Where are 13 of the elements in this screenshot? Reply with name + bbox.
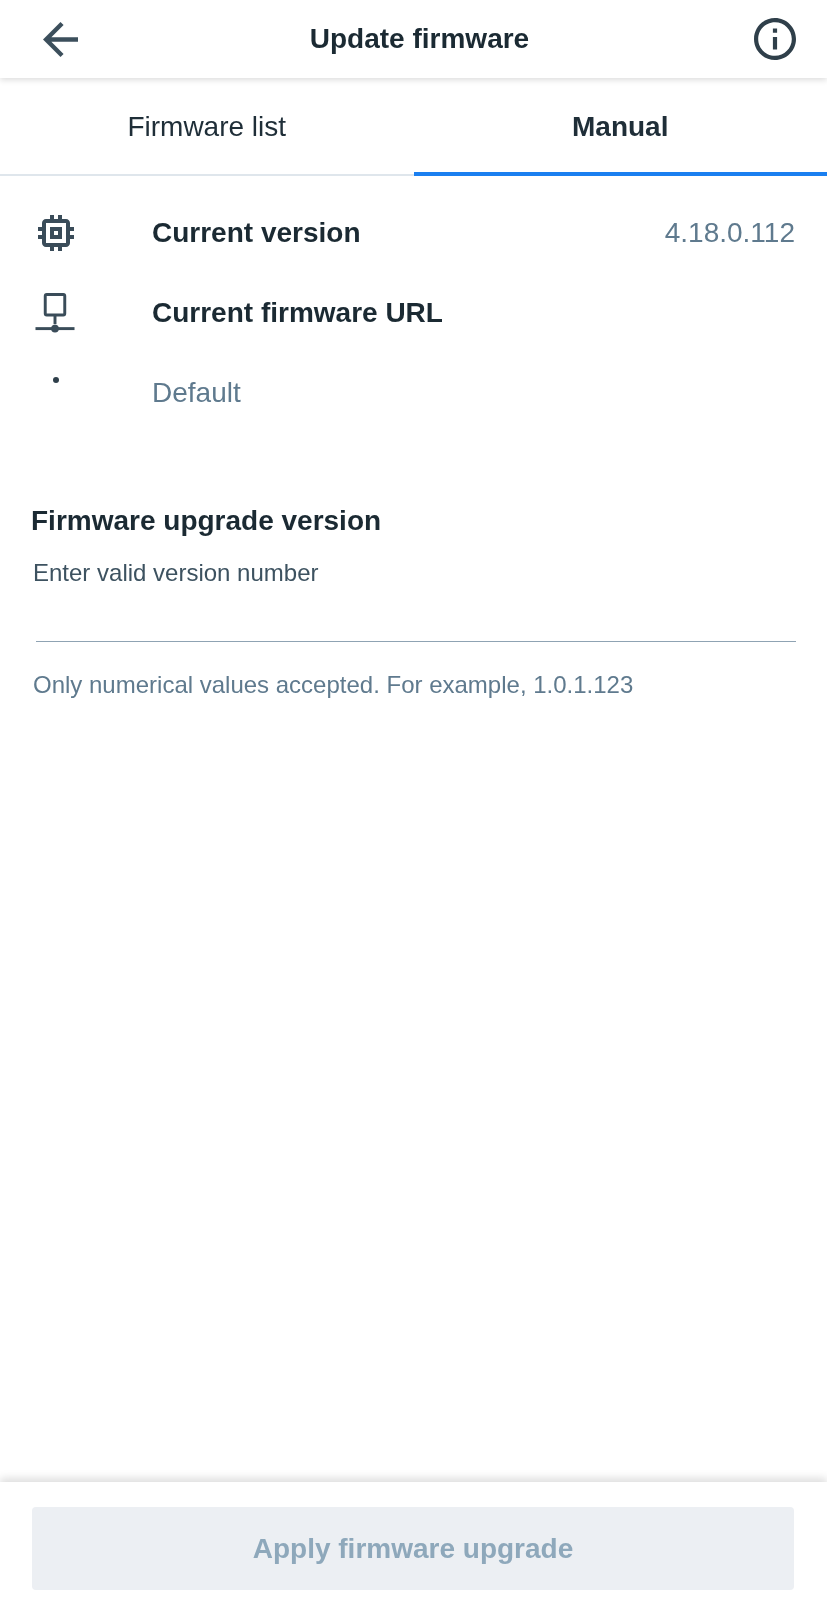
back-arrow-icon[interactable] xyxy=(43,21,78,57)
network-computer-icon xyxy=(35,293,75,333)
info-value: 4.18.0.112 xyxy=(664,217,795,249)
info-value: Default xyxy=(152,377,241,409)
screen-title: Update firmware xyxy=(309,23,530,55)
bullet-icon xyxy=(53,377,59,383)
field-label: Enter valid version number xyxy=(32,558,320,588)
info-label: Current version xyxy=(152,217,361,249)
helper-text: Only numerical values accepted. For example, 1.0.1.123 xyxy=(32,670,635,700)
info-icon[interactable] xyxy=(754,18,796,60)
chip-icon xyxy=(38,215,74,251)
section-title: Firmware upgrade version xyxy=(31,504,383,538)
info-label: Current firmware URL xyxy=(152,297,443,329)
